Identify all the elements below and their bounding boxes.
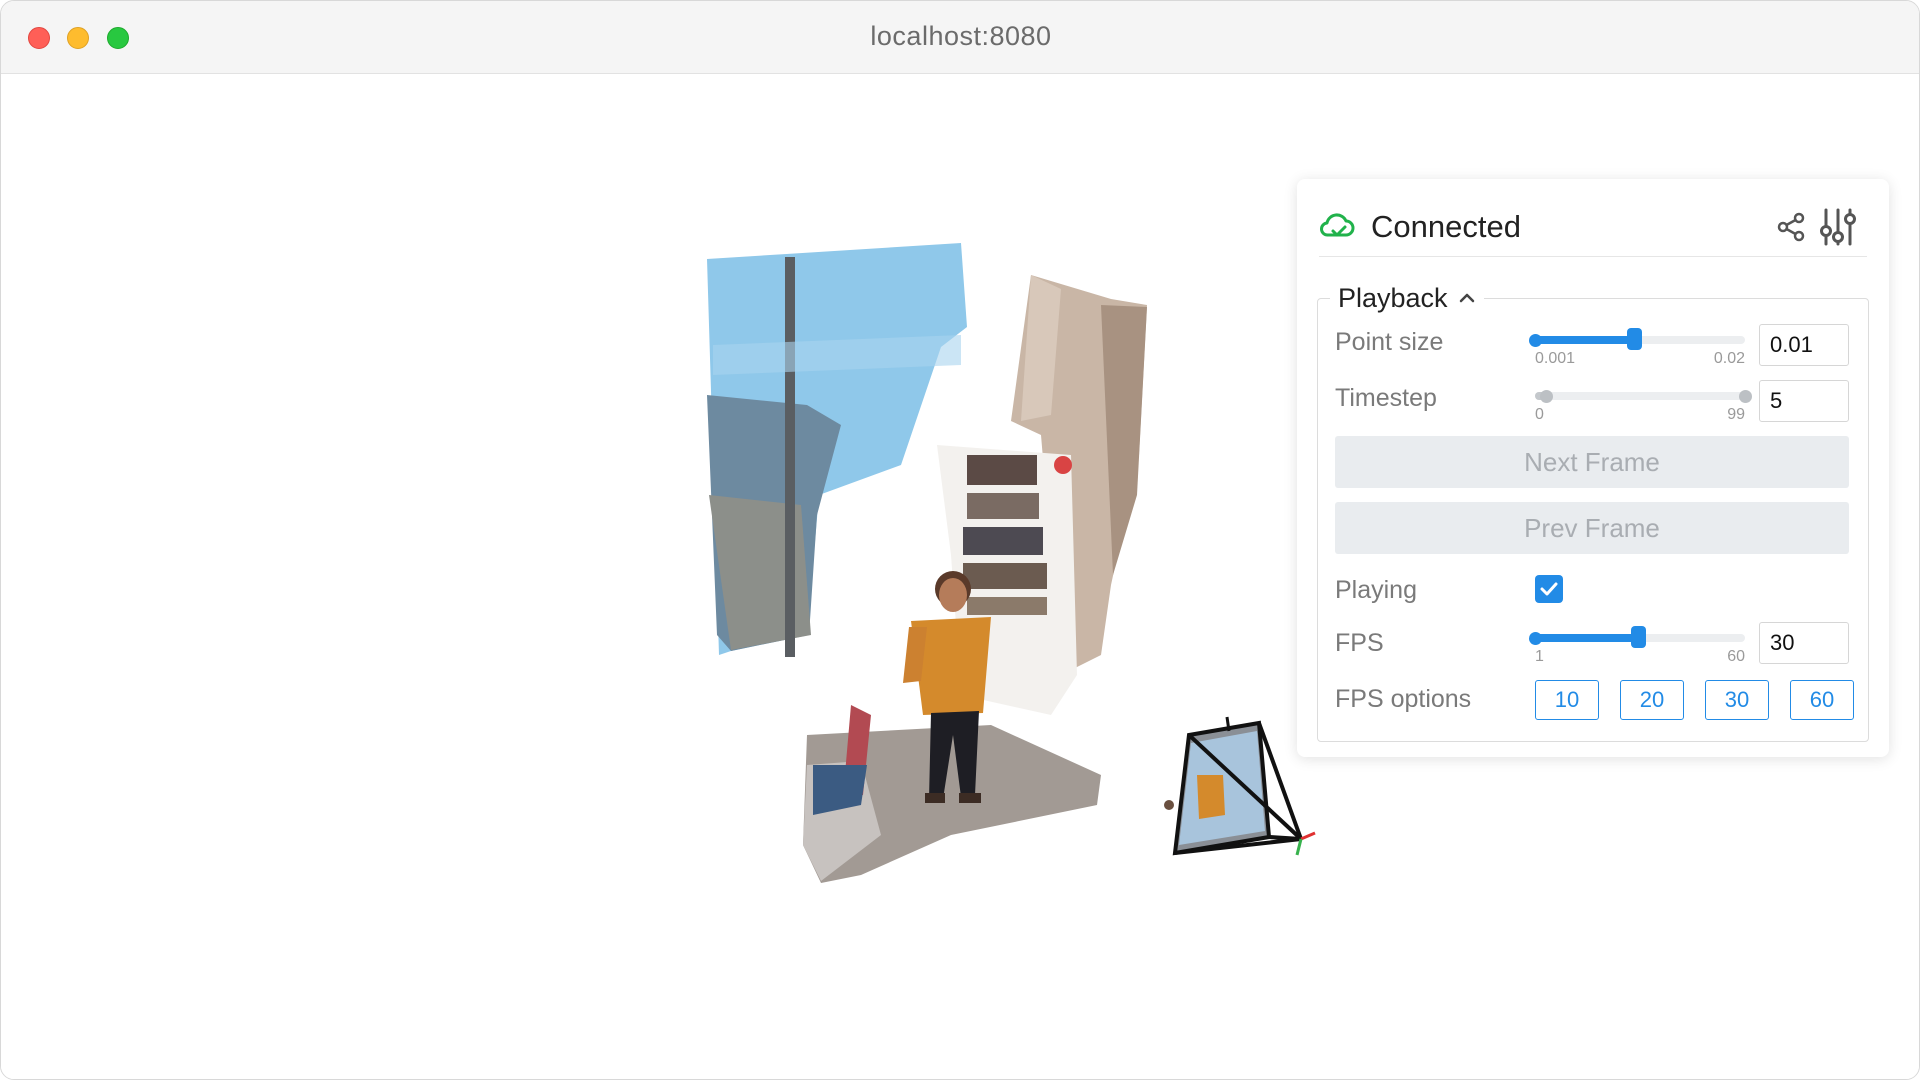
slider-max-label: 0.02 [1713,350,1745,367]
slider-min-label: 0 [1535,406,1544,423]
playing-checkbox[interactable] [1535,575,1563,603]
playback-group: Playback Point size 0.001 0.02 0.01 Time… [1317,281,1869,742]
slider-track [1535,392,1745,400]
fps-option-10-button[interactable]: 10 [1535,680,1599,720]
connection-status-row: Connected [1319,201,1867,257]
browser-window: localhost:8080 Connected Playback Point … [0,0,1920,1080]
fps-label: FPS [1335,629,1384,657]
checkmark-icon [1540,582,1558,596]
timestep-input[interactable] [1759,380,1849,422]
timestep-label: Timestep [1335,384,1437,412]
fps-option-30-button[interactable]: 30 [1705,680,1769,720]
slider-fill [1535,336,1634,344]
fps-option-20-button[interactable]: 20 [1620,680,1684,720]
fps-input[interactable] [1759,622,1849,664]
fps-slider[interactable]: 1 60 [1529,622,1745,665]
slider-thumb[interactable] [1626,328,1642,350]
slider-min-label: 1 [1535,648,1544,665]
sliders-icon[interactable] [1819,207,1857,247]
fps-option-60-button[interactable]: 60 [1790,680,1854,720]
playback-toggle[interactable]: Playback [1330,281,1484,315]
next-frame-button[interactable]: Next Frame [1335,436,1849,488]
point-size-label: Point size [1335,328,1444,356]
point-size-slider[interactable]: 0.001 0.02 [1529,324,1745,367]
connection-status-text: Connected [1371,209,1521,244]
fps-options-label: FPS options [1335,685,1472,713]
slider-min-label: 0.001 [1535,350,1576,367]
control-panel: Connected Playback Point size 0.001 0.02… [1297,179,1889,757]
slider-max-label: 99 [1727,406,1745,423]
prev-frame-button[interactable]: Prev Frame [1335,502,1849,554]
slider-fill [1535,634,1638,642]
slider-start-dot [1529,334,1542,347]
slider-thumb[interactable] [1539,390,1553,403]
point-cloud-window-wall [707,243,967,657]
slider-thumb[interactable] [1630,626,1646,648]
share-icon[interactable] [1775,211,1807,243]
cloud-check-icon [1320,213,1355,237]
window-title: localhost:8080 [870,21,1052,51]
playback-title: Playback [1338,282,1448,313]
3d-viewport[interactable]: Connected Playback Point size 0.001 0.02… [1,75,1919,1079]
slider-max-label: 60 [1727,648,1745,665]
point-size-input[interactable] [1759,324,1849,366]
camera-frustum [1164,716,1316,856]
slider-end-dot [1739,390,1752,403]
chevron-up-icon [1459,293,1474,303]
playing-label: Playing [1335,576,1417,604]
title-bar: localhost:8080 [1,1,1919,74]
timestep-slider[interactable]: 0 99 [1535,380,1752,423]
slider-start-dot [1529,632,1542,645]
